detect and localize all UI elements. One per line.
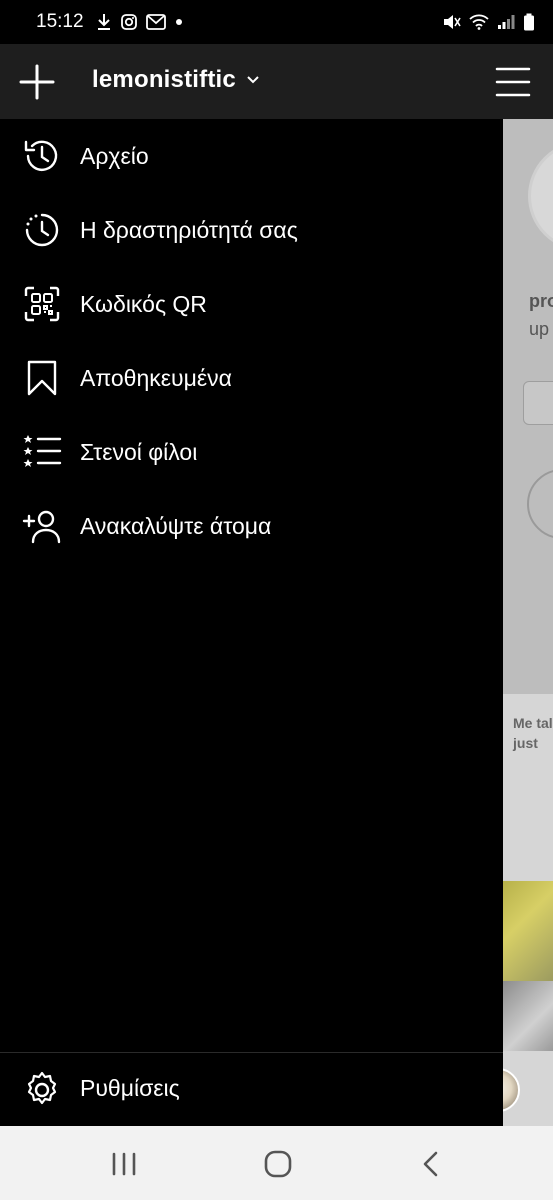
wifi-icon	[469, 14, 489, 30]
status-time: 15:12	[36, 11, 84, 32]
drawer-settings[interactable]: Ρυθμίσεις	[0, 1052, 503, 1126]
drawer-menu: Αρχείο Η δραστηριότητά σας Κωδικός QR Απ…	[0, 119, 503, 563]
recents-icon[interactable]	[108, 1148, 140, 1180]
system-nav-bar	[0, 1126, 553, 1200]
bookmark-icon	[27, 360, 57, 396]
account-switcher[interactable]: lemonistiftic	[92, 66, 260, 94]
peek-button	[523, 381, 553, 425]
hamburger-icon[interactable]	[495, 64, 531, 100]
peek-text-line2: up	[529, 319, 550, 339]
peek-highlight-circle	[527, 469, 553, 539]
activity-clock-icon	[25, 213, 59, 247]
drawer-item-saved[interactable]: Αποθηκευμένα	[0, 341, 503, 415]
username-label: lemonistiftic	[92, 66, 236, 93]
drawer-item-label: Στενοί φίλοι	[80, 438, 198, 465]
drawer-item-close-friends[interactable]: Στενοί φίλοι	[0, 415, 503, 489]
drawer-item-label: Ανακαλύψτε άτομα	[80, 512, 272, 539]
drawer-item-label: Η δραστηριότητά σας	[80, 216, 298, 243]
top-app-bar: lemonistiftic	[0, 44, 553, 119]
peek-meme-caption: Me tal just	[513, 713, 553, 753]
download-icon	[97, 14, 110, 30]
chevron-down-icon	[247, 76, 259, 84]
settings-label: Ρυθμίσεις	[80, 1075, 180, 1101]
qr-code-icon	[24, 286, 60, 322]
drawer-item-label: Κωδικός QR	[80, 290, 207, 317]
home-circle-icon[interactable]	[262, 1148, 294, 1180]
peek-profile-avatar	[528, 141, 553, 251]
plus-icon[interactable]	[18, 63, 56, 101]
dot-icon	[175, 19, 182, 25]
peek-post-image	[503, 881, 553, 981]
side-drawer: Αρχείο Η δραστηριότητά σας Κωδικός QR Απ…	[0, 119, 503, 1126]
drawer-item-qr-code[interactable]: Κωδικός QR	[0, 267, 503, 341]
mute-icon	[444, 15, 461, 29]
peek-meme-line2: just	[513, 735, 538, 751]
peek-meme-line1: Me tal	[513, 715, 553, 731]
gmail-icon	[145, 14, 166, 30]
drawer-item-archive[interactable]: Αρχείο	[0, 119, 503, 193]
screen: 15:12 lemonistiftic pro up Me tal just Α…	[0, 0, 553, 1200]
status-system-icons	[441, 13, 535, 31]
battery-icon	[524, 13, 534, 31]
peek-post-image-2	[503, 981, 553, 1051]
drawer-item-label: Αρχείο	[80, 142, 149, 169]
drawer-item-label: Αποθηκευμένα	[80, 364, 232, 391]
status-bar: 15:12	[0, 0, 553, 44]
background-profile-peek[interactable]: pro up Me tal just	[503, 119, 553, 1126]
close-friends-list-icon	[23, 435, 62, 467]
instagram-icon	[120, 14, 137, 30]
settings-gear-icon	[27, 1071, 57, 1105]
status-notification-icons	[96, 13, 184, 31]
drawer-item-your-activity[interactable]: Η δραστηριότητά σας	[0, 193, 503, 267]
drawer-item-discover-people[interactable]: Ανακαλύψτε άτομα	[0, 489, 503, 563]
archive-history-icon	[24, 140, 58, 171]
add-person-icon	[22, 510, 61, 544]
back-icon[interactable]	[416, 1148, 448, 1180]
peek-text-line1: pro	[529, 291, 553, 311]
signal-icon	[498, 15, 515, 29]
